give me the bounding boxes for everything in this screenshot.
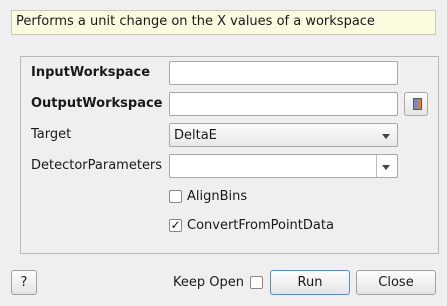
help-button[interactable]: ? [11,270,37,295]
keep-open-checkbox[interactable] [250,276,263,289]
input-workspace-label: InputWorkspace [31,65,151,80]
run-button[interactable]: Run [270,270,350,295]
chevron-down-icon [382,134,390,139]
detector-parameters-label: DetectorParameters [31,158,163,173]
align-bins-label: AlignBins [187,189,248,204]
convert-from-point-data-checkbox[interactable]: ✓ [169,219,182,232]
algorithm-description: Performs a unit change on the X values o… [11,10,436,35]
target-value: DeltaE [174,128,217,143]
workspace-browse-button[interactable] [404,92,428,116]
combo-separator [376,155,377,177]
detector-parameters-combo[interactable] [169,154,398,178]
input-workspace-input[interactable] [169,61,398,85]
workspace-icon [413,98,422,110]
output-workspace-input[interactable] [169,92,398,116]
convert-from-point-data-label: ConvertFromPointData [187,218,334,233]
target-select[interactable]: DeltaE [169,123,398,147]
output-workspace-label: OutputWorkspace [31,96,163,111]
chevron-down-icon [382,165,390,170]
close-button[interactable]: Close [356,270,436,295]
keep-open-label: Keep Open [173,275,244,290]
align-bins-checkbox[interactable] [169,190,182,203]
target-label: Target [31,127,72,142]
